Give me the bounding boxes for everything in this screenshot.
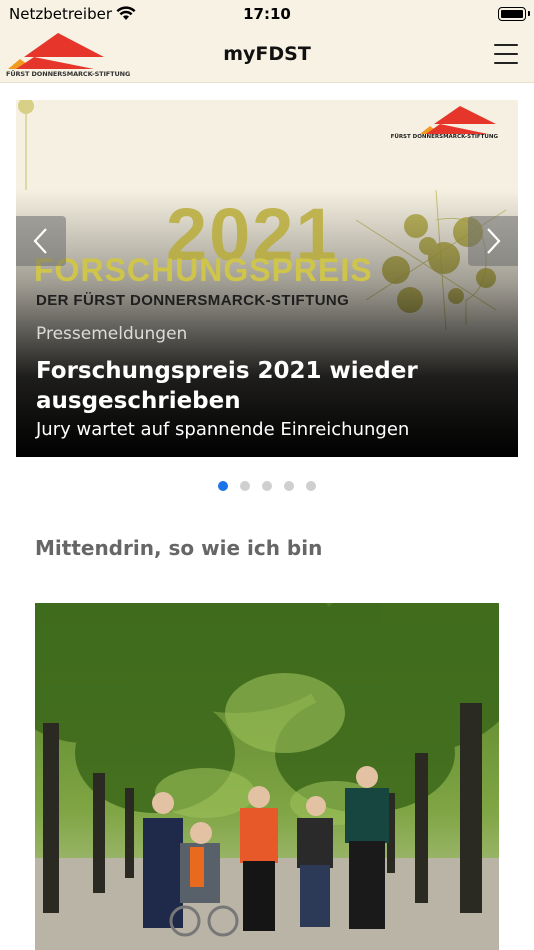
logo-wordmark: FÜRST DONNERSMARCK-STIFTUNG	[6, 70, 131, 78]
slide-art-subline: DER FÜRST DONNERSMARCK-STIFTUNG	[36, 292, 350, 309]
section-title: Mittendrin, so wie ich bin	[35, 536, 323, 560]
menu-line	[494, 62, 518, 64]
slider-pagination[interactable]	[0, 481, 534, 491]
slider-page-dot[interactable]	[284, 481, 294, 491]
slider-prev-button[interactable]	[16, 216, 66, 266]
park-people-image	[35, 603, 499, 950]
page-title: myFDST	[223, 43, 311, 65]
chevron-right-icon	[487, 228, 501, 254]
news-slider[interactable]: FÜRST DONNERSMARCK-STIFTUNG 2021 FORSCHU…	[16, 100, 518, 457]
slider-page-dot[interactable]	[240, 481, 250, 491]
section-photo[interactable]	[35, 603, 499, 950]
slider-page-dot[interactable]	[218, 481, 228, 491]
slider-page-dot[interactable]	[262, 481, 272, 491]
slide-category[interactable]: Pressemeldungen	[36, 324, 187, 344]
menu-line	[494, 44, 518, 46]
slide-logo-wordmark: FÜRST DONNERSMARCK-STIFTUNG	[390, 134, 498, 140]
nav-bar: FÜRST DONNERSMARCK-STIFTUNG myFDST	[0, 28, 534, 83]
status-bar: Netzbetreiber 17:10	[0, 0, 534, 28]
slide-art-headline: FORSCHUNGSPREIS	[34, 252, 373, 288]
menu-line	[494, 53, 518, 55]
battery-icon	[498, 7, 526, 21]
slider-next-button[interactable]	[468, 216, 518, 266]
chevron-left-icon	[33, 228, 47, 254]
slide-title[interactable]: Forschungspreis 2021 wieder ausgeschrieb…	[36, 356, 496, 416]
slider-page-dot[interactable]	[306, 481, 316, 491]
slide-teaser[interactable]: Jury wartet auf spannende Einreichungen	[36, 419, 409, 440]
clock-time: 17:10	[243, 5, 291, 23]
hamburger-menu-button[interactable]	[494, 44, 518, 64]
battery-tip	[528, 11, 530, 16]
